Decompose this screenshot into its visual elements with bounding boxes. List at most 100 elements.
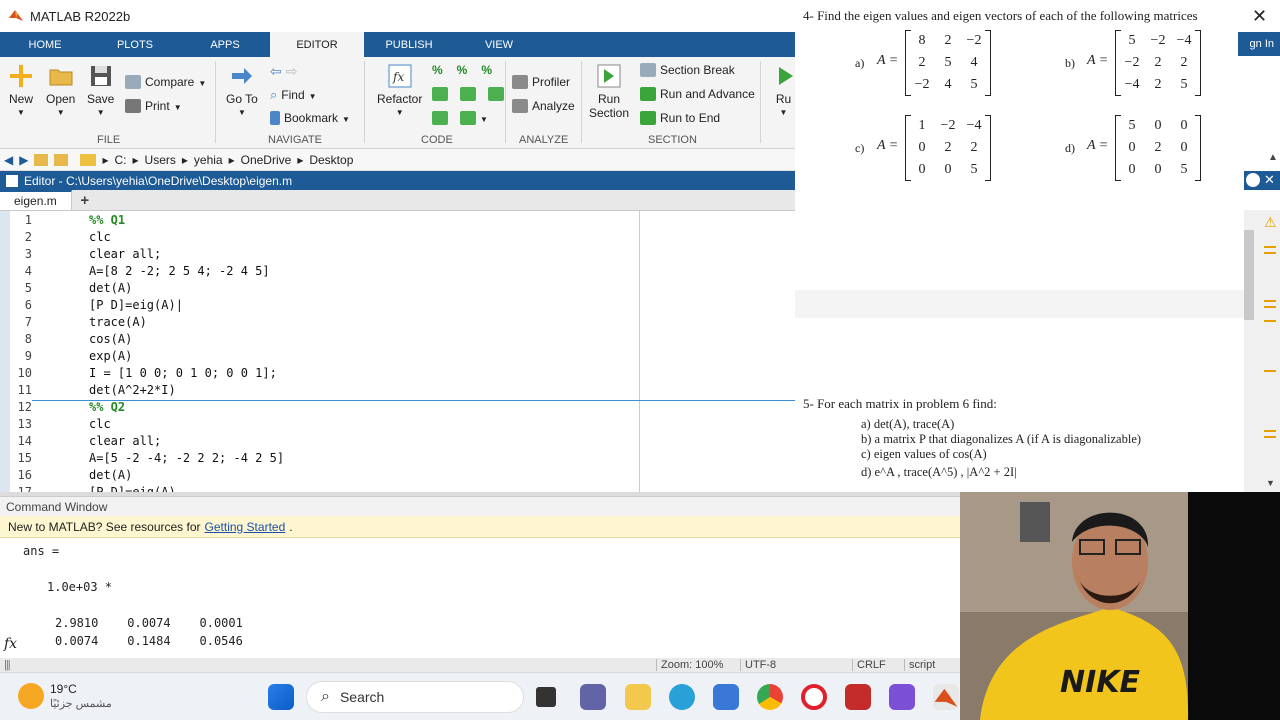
path-segment-user[interactable]: yehia: [194, 153, 223, 167]
tab-publish[interactable]: PUBLISH: [364, 32, 454, 57]
task-view-icon[interactable]: [536, 687, 556, 707]
scrollbar-thumb[interactable]: [1244, 230, 1254, 320]
clipchamp-icon[interactable]: [889, 684, 915, 710]
weather-desc[interactable]: مشمس جزئيًا: [50, 697, 112, 710]
unindent-icon[interactable]: [488, 87, 504, 101]
section-break-button[interactable]: Section Break: [640, 63, 735, 77]
tab-home[interactable]: HOME: [0, 32, 90, 57]
close-icon[interactable]: ✕: [1252, 6, 1267, 27]
chrome-icon[interactable]: [757, 684, 783, 710]
chevron-down-icon[interactable]: ▼: [480, 115, 488, 124]
taskbar-search[interactable]: ⌕ Search: [306, 681, 524, 713]
sign-in-button[interactable]: gn In: [1238, 32, 1280, 56]
close-editor-icon[interactable]: ✕: [1264, 172, 1275, 188]
fx-insert-icon[interactable]: [432, 111, 448, 125]
profiler-button[interactable]: Profiler: [512, 75, 570, 89]
wrap-comment-icon[interactable]: %: [481, 63, 492, 77]
refactor-button[interactable]: fx Refactor ▼: [377, 63, 422, 117]
code-line[interactable]: 5 det(A): [0, 280, 795, 297]
tab-view[interactable]: VIEW: [454, 32, 544, 57]
path-segment-users[interactable]: Users: [145, 153, 176, 167]
screen-recorder-icon[interactable]: [845, 684, 871, 710]
code-line[interactable]: 6 [P D]=eig(A)|: [0, 297, 795, 314]
chevron-down-icon[interactable]: ▼: [1266, 478, 1275, 488]
code-line[interactable]: 7 trace(A): [0, 314, 795, 331]
fi-icon[interactable]: [460, 111, 476, 125]
code-line[interactable]: 1 %% Q1: [0, 212, 795, 229]
back-arrow-icon[interactable]: ◀: [4, 153, 13, 167]
code-line[interactable]: 8 cos(A): [0, 331, 795, 348]
uncomment-icon[interactable]: %: [457, 63, 468, 77]
file-explorer-icon[interactable]: [625, 684, 651, 710]
weather-icon[interactable]: [18, 683, 44, 709]
code-line[interactable]: 3 clear all;: [0, 246, 795, 263]
compare-button[interactable]: Compare ▼: [125, 75, 206, 89]
warning-icon[interactable]: ⚠: [1264, 214, 1277, 231]
run-to-end-button[interactable]: Run to End: [640, 111, 720, 125]
find-button[interactable]: ⌕ Find ▼: [270, 87, 317, 103]
warning-marker[interactable]: [1264, 320, 1276, 322]
editor-actions-icon[interactable]: [1246, 173, 1260, 187]
opera-icon[interactable]: [801, 684, 827, 710]
code-line[interactable]: 10 I = [1 0 0; 0 1 0; 0 0 1];: [0, 365, 795, 382]
path-segment-desktop[interactable]: Desktop: [309, 153, 353, 167]
svg-text:NIKE: NIKE: [1060, 665, 1141, 700]
windows-start-icon[interactable]: [268, 684, 294, 710]
forward-arrow-icon[interactable]: ▶: [19, 153, 28, 167]
code-line[interactable]: 16 det(A): [0, 467, 795, 484]
warning-marker[interactable]: [1264, 300, 1276, 302]
forward-arrow-icon[interactable]: ⇨: [286, 63, 298, 80]
warning-marker[interactable]: [1264, 436, 1276, 438]
edge-browser-icon[interactable]: [669, 684, 695, 710]
getting-started-link[interactable]: Getting Started: [205, 520, 286, 534]
nav-back-forward[interactable]: ⇦ ⇨: [270, 63, 297, 80]
problem-5-item-d: d) e^A , trace(A^5) , |A^2 + 2I|: [861, 465, 1017, 479]
path-segment-onedrive[interactable]: OneDrive: [241, 153, 292, 167]
indent-icon[interactable]: [460, 87, 476, 101]
browse-folder-icon[interactable]: [54, 153, 69, 166]
warning-marker[interactable]: [1264, 252, 1276, 254]
analyze-button[interactable]: Analyze: [512, 99, 575, 113]
warning-marker[interactable]: [1264, 306, 1276, 308]
warning-marker[interactable]: [1264, 246, 1276, 248]
run-advance-button[interactable]: Run and Advance: [640, 87, 755, 101]
code-line[interactable]: 15 A=[5 -2 -4; -2 2 2; -4 2 5]: [0, 450, 795, 467]
open-button[interactable]: Open ▼: [46, 63, 75, 117]
code-line[interactable]: 9 exp(A): [0, 348, 795, 365]
print-button[interactable]: Print ▼: [125, 99, 182, 113]
chevron-up-icon[interactable]: ▲: [1268, 152, 1278, 163]
file-tab-eigen[interactable]: eigen.m: [0, 190, 72, 210]
weather-temp[interactable]: 19°C: [50, 682, 77, 696]
run-section-button[interactable]: Run Section: [589, 63, 629, 120]
tab-plots[interactable]: PLOTS: [90, 32, 180, 57]
matlab-taskbar-icon[interactable]: [933, 684, 959, 710]
new-tab-plus-icon[interactable]: +: [72, 190, 98, 210]
code-editor[interactable]: 1 %% Q1 2 clc 3 clear all; 4 A=[8 2 -2; 2 5 4; …: [0, 211, 795, 492]
goto-button[interactable]: Go To ▼: [226, 63, 258, 117]
smart-indent-icon[interactable]: [432, 87, 448, 101]
comment-percent-icon[interactable]: %: [432, 63, 443, 77]
up-folder-icon[interactable]: [34, 153, 49, 166]
path-segment-drive[interactable]: C:: [115, 153, 127, 167]
command-output[interactable]: ans = 1.0e+03 * 2.9810 0.0074 0.0001 0.0…: [0, 538, 960, 658]
matlab-title-bar: MATLAB R2022b: [0, 0, 795, 32]
teams-chat-icon[interactable]: [580, 684, 606, 710]
microsoft-store-icon[interactable]: [713, 684, 739, 710]
tab-editor[interactable]: EDITOR: [270, 32, 364, 57]
editor-scrollbar[interactable]: ⚠ ▼: [1244, 210, 1280, 492]
new-button[interactable]: New ▼: [8, 63, 34, 117]
warning-marker[interactable]: [1264, 370, 1276, 372]
warning-marker[interactable]: [1264, 430, 1276, 432]
code-line[interactable]: 12 %% Q2: [0, 399, 795, 416]
save-button[interactable]: Save ▼: [87, 63, 114, 117]
code-line[interactable]: 2 clc: [0, 229, 795, 246]
tab-apps[interactable]: APPS: [180, 32, 270, 57]
bookmark-button[interactable]: Bookmark ▼: [270, 111, 350, 125]
code-line[interactable]: 13 clc: [0, 416, 795, 433]
code-line[interactable]: 17 [P D]=eig(A): [0, 484, 795, 492]
code-line[interactable]: 11 det(A^2+2*I): [0, 382, 795, 399]
run-button[interactable]: Ru ▼: [772, 63, 795, 117]
code-line[interactable]: 14 clear all;: [0, 433, 795, 450]
code-line[interactable]: 4 A=[8 2 -2; 2 5 4; -2 4 5]: [0, 263, 795, 280]
back-arrow-icon[interactable]: ⇦: [270, 63, 282, 80]
